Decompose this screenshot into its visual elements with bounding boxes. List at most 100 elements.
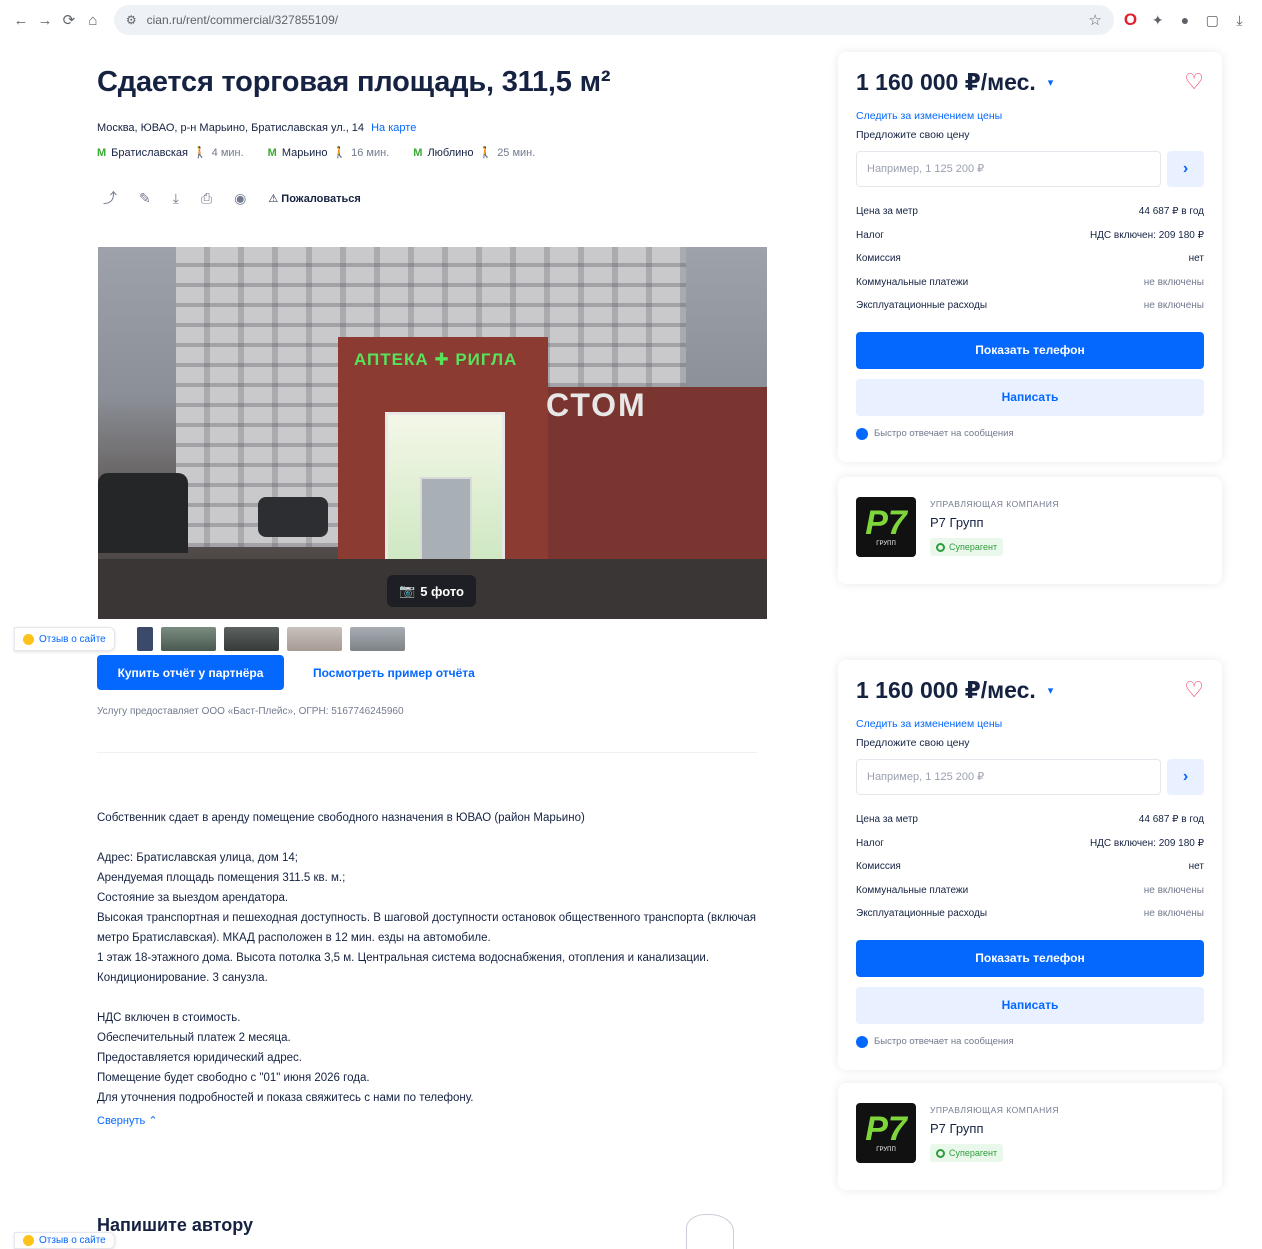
agent-info: Управляющая компания Р7 Групп Суперагент [930, 497, 1059, 564]
agent-logo: Р7 ГРУПП [856, 497, 916, 557]
logo-subtitle: ГРУПП [876, 1147, 896, 1153]
agent-card-sticky[interactable]: Р7 ГРУПП Управляющая компания Р7 Групп С… [838, 1083, 1222, 1190]
param-label: Коммунальные платежи [856, 884, 969, 896]
agent-name[interactable]: Р7 Групп [930, 1121, 1059, 1136]
offer-submit-button[interactable]: › [1167, 759, 1204, 795]
metro-name: Люблино [427, 146, 474, 159]
metro-item[interactable]: M Люблино 🚶 25 мин. [413, 146, 536, 160]
param-label: Цена за метр [856, 814, 918, 825]
param-label: Комиссия [856, 861, 901, 872]
param-row: Коммунальные платежи не включены [856, 271, 1204, 295]
opera-icon[interactable]: O [1120, 7, 1141, 33]
photo-count-button[interactable]: 📷 5 фото [387, 575, 476, 607]
download-icon[interactable]: ⤓ [173, 190, 179, 207]
param-value: не включены [1143, 276, 1204, 288]
favorite-heart-icon[interactable]: ♡ [1184, 69, 1204, 95]
bookmark-star-icon[interactable]: ☆ [1088, 11, 1101, 29]
offer-price-input[interactable] [856, 151, 1161, 187]
follow-price-link[interactable]: Следить за изменением цены [856, 718, 1204, 730]
metro-item[interactable]: M Братиславская 🚶 4 мин. [97, 146, 244, 160]
follow-price-link[interactable]: Следить за изменением цены [856, 110, 1204, 122]
example-report-link[interactable]: Посмотреть пример отчёта [313, 666, 475, 680]
decorative-illustration [686, 1214, 734, 1249]
price-params: Цена за метр 44 687 ₽ в год Налог НДС вклю… [856, 200, 1204, 318]
photo-door [420, 477, 472, 565]
chevron-up-icon: ⌃ [148, 1115, 158, 1127]
param-row: Коммунальные платежи не включены [856, 879, 1204, 903]
param-value: 44 687 ₽ в год [1138, 206, 1204, 217]
site-settings-icon[interactable]: ⚙ [126, 13, 137, 27]
photo-pharmacy-sign: АПТЕКА ✚ РИГЛА [354, 350, 518, 369]
print-icon[interactable]: ⎙ [201, 190, 212, 207]
logo-mark: Р7 [865, 1110, 907, 1148]
sidebar-icon[interactable]: ▢ [1202, 7, 1223, 33]
param-label: Налог [856, 837, 884, 849]
profile-icon[interactable]: ● [1174, 7, 1195, 33]
photo-thumbnail[interactable] [161, 627, 216, 651]
show-phone-button[interactable]: Показать телефон [856, 331, 1204, 369]
offer-price-label: Предложите свою цену [856, 129, 970, 141]
price-history-icon[interactable]: ▾ [1048, 684, 1054, 697]
photo-thumbnail[interactable] [287, 627, 342, 651]
agent-logo: Р7 ГРУПП [856, 1103, 916, 1163]
price-value: 1 160 000 ₽/мес. [856, 676, 1036, 703]
offer-price-input[interactable] [856, 759, 1161, 795]
metro-list: M Братиславская 🚶 4 мин. M Марьино 🚶 16 … [97, 146, 536, 160]
reload-icon[interactable]: ⟳ [60, 9, 78, 31]
write-message-button[interactable]: Написать [856, 378, 1204, 416]
offer-price-label: Предложите свою цену [856, 737, 970, 749]
param-row: Налог НДС включен: 209 180 ₽ [856, 224, 1204, 248]
site-feedback-label: Отзыв о сайте [39, 1235, 106, 1246]
badge-label: Суперагент [949, 1148, 998, 1158]
fast-reply-note: Быстро отвечает на сообщения [856, 427, 1204, 440]
offer-submit-button[interactable]: › [1167, 151, 1204, 187]
metro-item[interactable]: M Марьино 🚶 16 мин. [268, 146, 390, 160]
url-text[interactable]: cian.ru/rent/commercial/327855109/ [147, 13, 1089, 27]
price-value: 1 160 000 ₽/мес. [856, 68, 1036, 95]
site-feedback-button[interactable]: Отзыв о сайте [14, 1232, 115, 1249]
home-icon[interactable]: ⌂ [84, 9, 102, 31]
badge-icon [936, 1148, 945, 1158]
photo-count-label: 5 фото [420, 583, 464, 599]
photo-thumbnail[interactable] [224, 627, 279, 651]
write-message-button[interactable]: Написать [856, 986, 1204, 1024]
edit-icon[interactable]: ✎ [139, 190, 151, 207]
param-value: 44 687 ₽ в год [1138, 814, 1204, 825]
param-row: Цена за метр 44 687 ₽ в год [856, 808, 1204, 832]
agent-card[interactable]: Р7 ГРУПП Управляющая компания Р7 Групп С… [838, 477, 1222, 584]
collapse-link[interactable]: Свернуть ⌃ [97, 1114, 158, 1127]
param-row: Комиссия нет [856, 247, 1204, 271]
listing-address: Москва, ЮВАО, р-н Марьино, Братиславская… [97, 122, 416, 134]
site-feedback-button[interactable]: Отзыв о сайте [14, 627, 115, 651]
downloads-icon[interactable]: ⤓ [1229, 7, 1250, 33]
photo-thumbnail[interactable] [350, 627, 405, 651]
metro-name: Марьино [281, 146, 328, 159]
agent-name[interactable]: Р7 Групп [930, 515, 1059, 530]
fast-reply-note: Быстро отвечает на сообщения [856, 1035, 1204, 1048]
fast-reply-label: Быстро отвечает на сообщения [874, 428, 1014, 439]
param-value: НДС включен: 209 180 ₽ [1089, 229, 1204, 241]
buy-report-button[interactable]: Купить отчёт у партнёра [97, 655, 284, 690]
show-phone-button[interactable]: Показать телефон [856, 939, 1204, 977]
favorite-heart-icon[interactable]: ♡ [1184, 677, 1204, 703]
metro-walk-time: 25 мин. [497, 146, 536, 159]
map-link[interactable]: На карте [371, 122, 416, 134]
back-icon[interactable]: ← [12, 9, 30, 31]
param-value: НДС включен: 209 180 ₽ [1089, 837, 1204, 849]
photo-thumbnail[interactable] [137, 627, 153, 651]
hide-icon[interactable]: ◉ [234, 190, 246, 207]
price-history-icon[interactable]: ▾ [1048, 76, 1054, 89]
complain-button[interactable]: ⚠ Пожаловаться [268, 192, 360, 205]
param-row: Налог НДС включен: 209 180 ₽ [856, 832, 1204, 856]
param-row: Цена за метр 44 687 ₽ в год [856, 200, 1204, 224]
share-icon[interactable]: ⤴ [103, 188, 117, 208]
write-author-heading: Напишите автору [97, 1215, 254, 1235]
param-label: Эксплуатационные расходы [856, 300, 988, 311]
main-photo[interactable]: АПТЕКА ✚ РИГЛА СТОМ 📷 5 фото [98, 247, 767, 619]
price-card: 1 160 000 ₽/мес. ▾ ♡ Следить за изменени… [838, 52, 1222, 462]
extension-icon[interactable]: ✦ [1147, 7, 1168, 33]
forward-icon[interactable]: → [36, 9, 54, 31]
address-bar[interactable]: ⚙ cian.ru/rent/commercial/327855109/ ☆ [113, 5, 1114, 35]
listing-actions: ⤴ ✎ ⤓ ⎙ ◉ ⚠ Пожаловаться [103, 188, 361, 208]
param-row: Эксплуатационные расходы не включены [856, 902, 1204, 926]
